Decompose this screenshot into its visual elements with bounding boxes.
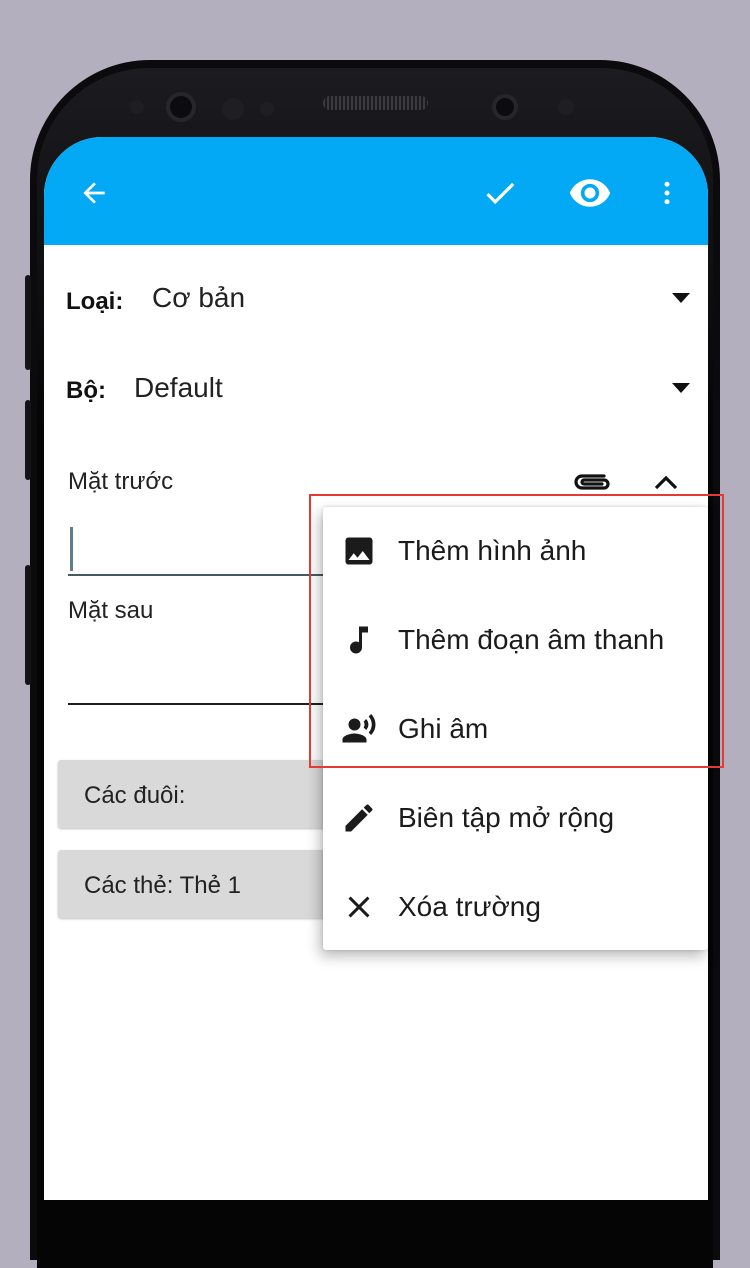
cards-button-label: Các thẻ: Thẻ 1 (84, 872, 241, 899)
side-button (25, 275, 31, 370)
record-voice-icon (342, 714, 376, 743)
note-type-dropdown-icon[interactable] (672, 293, 690, 303)
note-type-value[interactable]: Cơ bản (152, 282, 245, 314)
menu-item-label: Thêm đoạn âm thanh (398, 624, 665, 655)
front-field-underline (68, 574, 358, 576)
menu-item-add-audio[interactable]: Thêm đoạn âm thanh (323, 596, 708, 684)
menu-item-advanced-editor[interactable]: Biên tập mở rộng (323, 774, 708, 862)
back-field-underline (68, 703, 358, 705)
music-note-icon (350, 626, 368, 654)
confirm-button[interactable] (480, 173, 520, 213)
front-field-label: Mặt trước (68, 468, 174, 495)
side-button (25, 565, 31, 685)
arrow-left-icon (83, 182, 105, 204)
iris-scanner (166, 92, 196, 122)
menu-item-add-image[interactable]: Thêm hình ảnh (323, 507, 708, 595)
menu-item-record-audio[interactable]: Ghi âm (323, 685, 708, 773)
check-icon (486, 182, 515, 205)
tags-button-label: Các đuôi: (84, 782, 186, 809)
back-field-label: Mặt sau (68, 597, 154, 624)
text-cursor (70, 527, 73, 571)
back-button[interactable] (74, 173, 114, 213)
front-field-input[interactable] (68, 517, 358, 577)
paperclip-icon[interactable] (570, 467, 614, 497)
deck-value[interactable]: Default (134, 372, 223, 404)
app-toolbar (44, 137, 708, 245)
preview-button[interactable] (568, 173, 612, 213)
pencil-icon (345, 804, 373, 832)
menu-item-clear-field[interactable]: Xóa trường (323, 863, 708, 951)
close-icon (348, 896, 370, 918)
menu-item-label: Xóa trường (398, 891, 541, 922)
light-sensor (222, 98, 244, 120)
light-sensor (260, 102, 274, 116)
chevron-up-icon[interactable] (652, 471, 680, 495)
menu-item-label: Thêm hình ảnh (398, 535, 587, 566)
deck-label: Bộ: (66, 377, 106, 404)
proximity-sensor (130, 100, 144, 114)
image-icon (345, 537, 373, 565)
side-button (25, 400, 31, 480)
eye-icon (569, 179, 611, 207)
menu-item-label: Biên tập mở rộng (398, 802, 615, 833)
deck-dropdown-icon[interactable] (672, 383, 690, 393)
field-options-menu: Thêm hình ảnh Thêm đoạn âm thanh Ghi âm … (323, 507, 708, 950)
more-options-button[interactable] (652, 173, 682, 213)
note-type-label: Loại: (66, 288, 124, 315)
sensor-dot (558, 99, 574, 115)
more-vertical-icon (664, 181, 670, 205)
back-field-input[interactable] (68, 637, 358, 707)
menu-item-label: Ghi âm (398, 713, 489, 744)
earpiece-speaker (323, 96, 428, 110)
front-camera (492, 94, 518, 120)
